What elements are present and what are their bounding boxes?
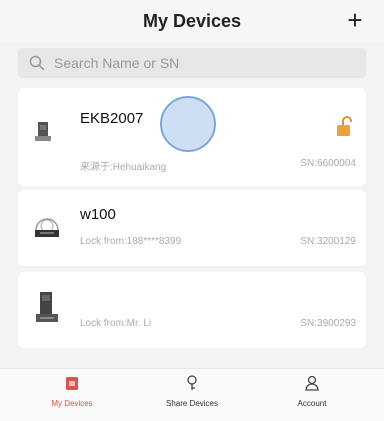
share-icon bbox=[187, 375, 197, 390]
tab-my-devices[interactable]: My Devices bbox=[22, 375, 122, 408]
my-devices-icon bbox=[66, 377, 78, 390]
device-name: EKB2007 bbox=[80, 110, 144, 127]
header-bar: My Devices + bbox=[0, 0, 384, 42]
device-card[interactable]: w100 Lock from:188****8399 SN:3200129 bbox=[18, 190, 366, 266]
device-card[interactable]: Lock from:Mr. Li SN:3900293 bbox=[18, 272, 366, 348]
account-icon bbox=[305, 375, 319, 391]
tab-label: Account bbox=[297, 399, 327, 408]
tab-share-devices[interactable]: Share Devices bbox=[142, 375, 242, 408]
door-lock-icon bbox=[36, 292, 58, 322]
device-owner: 来源于:Hehuaikang bbox=[80, 162, 167, 173]
tab-label: Share Devices bbox=[165, 399, 219, 408]
device-owner: Lock from:Mr. Li bbox=[80, 318, 152, 329]
touch-indicator bbox=[160, 96, 216, 152]
round-lock-icon bbox=[35, 218, 59, 237]
search-bar[interactable] bbox=[18, 48, 366, 78]
keybox-icon bbox=[35, 122, 51, 141]
search-input[interactable] bbox=[52, 54, 356, 72]
tab-bar: My Devices Share Devices Account bbox=[0, 368, 384, 421]
search-icon bbox=[29, 55, 45, 71]
add-device-button[interactable]: + bbox=[342, 7, 368, 33]
unlocked-padlock-icon bbox=[337, 116, 352, 136]
device-sn: SN:6600004 bbox=[300, 158, 356, 169]
page-title: My Devices bbox=[142, 10, 242, 31]
device-sn: SN:3900293 bbox=[300, 318, 356, 329]
device-owner: Lock from:188****8399 bbox=[80, 236, 182, 247]
tab-label: My Devices bbox=[51, 399, 93, 408]
device-name: w100 bbox=[80, 206, 116, 223]
device-sn: SN:3200129 bbox=[300, 236, 356, 247]
tab-account[interactable]: Account bbox=[262, 375, 362, 408]
